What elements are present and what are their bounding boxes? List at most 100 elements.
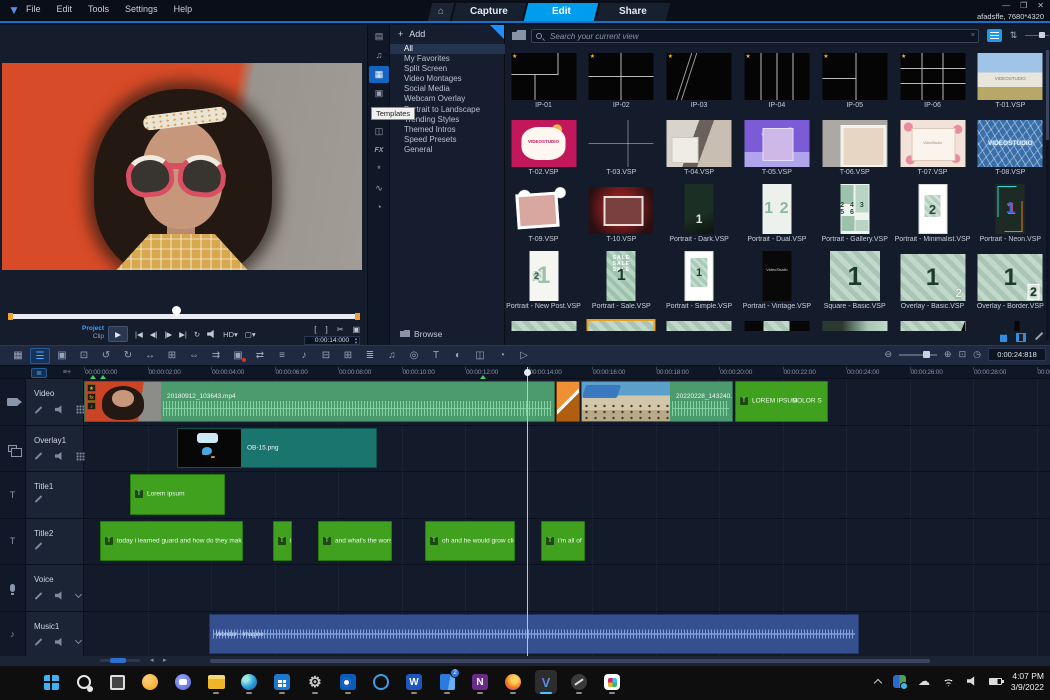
speaker-icon[interactable] bbox=[55, 591, 62, 600]
pencil-icon[interactable] bbox=[34, 405, 43, 414]
split-clip-button[interactable]: ✂ bbox=[337, 325, 344, 334]
pencil-icon[interactable] bbox=[34, 452, 43, 460]
template-item[interactable]: T-05.VSP bbox=[738, 117, 815, 184]
undo-icon[interactable]: ↺ bbox=[96, 348, 116, 364]
duration-icon[interactable]: ◷ bbox=[973, 349, 981, 360]
title-clip[interactable]: Ti'm all of bbox=[541, 520, 585, 561]
audio-icon[interactable]: ♫ bbox=[369, 47, 389, 64]
loop-button[interactable]: ↻ bbox=[194, 330, 200, 339]
zoom-out-icon[interactable]: ⊖ bbox=[885, 349, 893, 360]
subtitle-editor-icon[interactable]: ⊟ bbox=[316, 348, 336, 364]
volume-button[interactable] bbox=[207, 329, 216, 339]
title-clip[interactable]: Ti bbox=[273, 520, 292, 561]
title-clip[interactable]: Toh and he would grow client bbox=[425, 520, 515, 561]
template-item[interactable]: ★ IP-06 bbox=[894, 50, 971, 117]
template-item[interactable]: ★ IP-01 bbox=[505, 50, 582, 117]
record-capture-icon[interactable]: ▣ bbox=[228, 348, 248, 364]
template-item[interactable]: 1 Portrait - Simple.VSP bbox=[661, 251, 738, 318]
minimize-icon[interactable]: — bbox=[1002, 1, 1010, 10]
mark-in-button[interactable]: [ bbox=[314, 325, 316, 334]
track-manager-icon[interactable]: ≡+ bbox=[59, 368, 75, 378]
redo-icon[interactable]: ↻ bbox=[118, 348, 138, 364]
browse-button[interactable]: Browse bbox=[400, 329, 442, 339]
category-themed-intros[interactable]: Themed Intros bbox=[390, 125, 505, 135]
volume-icon[interactable] bbox=[967, 676, 975, 686]
gif-creator-icon[interactable]: ▷ bbox=[514, 348, 534, 364]
step-forward-button[interactable]: |▶ bbox=[164, 330, 172, 339]
motion-path-icon[interactable]: ∿ bbox=[369, 180, 389, 197]
tab-share[interactable]: Share bbox=[595, 3, 671, 21]
task-view-icon[interactable] bbox=[106, 670, 128, 694]
battery-icon[interactable] bbox=[989, 677, 1004, 685]
template-item[interactable]: 1 Portrait - Dark.VSP bbox=[661, 184, 738, 251]
pencil-icon[interactable] bbox=[34, 638, 43, 646]
restore-icon[interactable]: ❐ bbox=[1020, 1, 1027, 10]
panel-pin-icon[interactable] bbox=[490, 25, 504, 39]
mark-out-button[interactable]: ] bbox=[326, 325, 328, 334]
template-item[interactable]: VideoStudio T-07.VSP bbox=[894, 117, 971, 184]
template-item[interactable]: T-04.VSP bbox=[661, 117, 738, 184]
store-icon[interactable] bbox=[271, 670, 293, 694]
template-item[interactable]: T-09.VSP bbox=[505, 184, 582, 251]
template-item[interactable]: 2 4 3 5 6 Portrait - Gallery.VSP bbox=[816, 184, 893, 251]
enlarge-button[interactable]: ▢▾ bbox=[245, 330, 256, 339]
pencil-icon[interactable] bbox=[34, 541, 43, 550]
next-frame-button[interactable]: ▶| bbox=[179, 330, 187, 339]
template-item[interactable]: VideoStudio Portrait - Vintage.VSP bbox=[738, 251, 815, 318]
template-item[interactable]: ★ IP-03 bbox=[661, 50, 738, 117]
template-item[interactable]: T-06.VSP bbox=[816, 117, 893, 184]
playhead[interactable] bbox=[524, 367, 531, 656]
mini-zoom-slider[interactable] bbox=[100, 658, 140, 663]
chevron-icon[interactable] bbox=[74, 590, 83, 598]
tab-edit[interactable]: Edit bbox=[523, 3, 599, 21]
step-back-button[interactable]: ◀| bbox=[150, 330, 158, 339]
onenote-icon[interactable]: N bbox=[469, 670, 491, 694]
duplicate-icon[interactable] bbox=[1000, 334, 1007, 342]
overlay-icon[interactable]: ▣ bbox=[369, 85, 389, 102]
pencil-icon[interactable] bbox=[34, 591, 43, 600]
timeline-ruler[interactable]: 00:00:00:00 00:00:02:00 00:00:04:00 00:00:0… bbox=[84, 367, 1050, 379]
word-icon[interactable]: W bbox=[403, 670, 425, 694]
category-speed-presets[interactable]: Speed Presets bbox=[390, 135, 505, 145]
transition-icon[interactable]: ◫ bbox=[369, 123, 389, 140]
clip-mode-label[interactable]: Clip bbox=[82, 333, 104, 341]
category-general[interactable]: General bbox=[390, 145, 505, 155]
template-item[interactable]: ★ IP-04 bbox=[738, 50, 815, 117]
compare-icon[interactable] bbox=[1016, 333, 1026, 342]
snap-icon[interactable]: ⊡ bbox=[74, 348, 94, 364]
template-item[interactable]: 1 2 Overlay - Basic.VSP bbox=[894, 251, 971, 318]
project-mode-label[interactable]: Project bbox=[82, 325, 104, 333]
auto-music-icon[interactable]: ♫ bbox=[382, 348, 402, 364]
search-input[interactable] bbox=[550, 30, 960, 42]
template-item[interactable]: 1 Portrait - Neon.VSP bbox=[972, 184, 1049, 251]
category-webcam-overlay[interactable]: Webcam Overlay bbox=[390, 94, 505, 104]
sound-mixer-icon[interactable]: ≣ bbox=[360, 348, 380, 364]
template-item[interactable]: VIDEOSTUDIO T-01.VSP bbox=[972, 50, 1049, 117]
list-view-toggle-icon[interactable] bbox=[987, 29, 1002, 42]
swap-tracks-icon[interactable]: ⇄ bbox=[250, 348, 270, 364]
previous-frame-button[interactable]: |◀ bbox=[135, 330, 143, 339]
wifi-icon[interactable] bbox=[942, 676, 955, 687]
category-split-screen[interactable]: Split Screen bbox=[390, 64, 505, 74]
quality-button[interactable]: HD▾ bbox=[223, 330, 238, 339]
av-clip[interactable]: 20220228_143240.mp4 bbox=[581, 381, 733, 422]
scroll-right-icon[interactable]: ▸ bbox=[163, 656, 167, 666]
category-my-favorites[interactable]: My Favorites bbox=[390, 54, 505, 64]
menu-settings[interactable]: Settings bbox=[125, 4, 158, 14]
filter-icon[interactable]: * bbox=[369, 161, 389, 178]
edge-icon[interactable] bbox=[238, 670, 260, 694]
trim-icon[interactable]: ↔ bbox=[140, 348, 160, 364]
horizontal-scrollbar[interactable] bbox=[210, 659, 930, 663]
template-item[interactable]: 1 Portrait - Sale.VSP bbox=[583, 251, 660, 318]
template-item[interactable]: VIDEOSTUDIO T-02.VSP bbox=[505, 117, 582, 184]
taskbar-clock[interactable]: 4:07 PM 3/9/2022 bbox=[1011, 671, 1044, 693]
title-clip[interactable]: Ttoday i learned guard and how do they m… bbox=[100, 520, 243, 561]
library-scrollbar[interactable] bbox=[1046, 50, 1049, 340]
chevron-icon[interactable] bbox=[74, 636, 83, 645]
fx-icon[interactable]: FX bbox=[369, 142, 389, 159]
grid-lines-icon[interactable]: ⊞ bbox=[338, 348, 358, 364]
snapshot-button[interactable]: ▣ bbox=[352, 325, 360, 334]
preview-timecode[interactable]: 0:00:14:000 ▲ ▼ bbox=[304, 336, 360, 345]
thumbnail-size-slider[interactable] bbox=[1025, 32, 1049, 38]
template-item[interactable]: ★ IP-02 bbox=[583, 50, 660, 117]
